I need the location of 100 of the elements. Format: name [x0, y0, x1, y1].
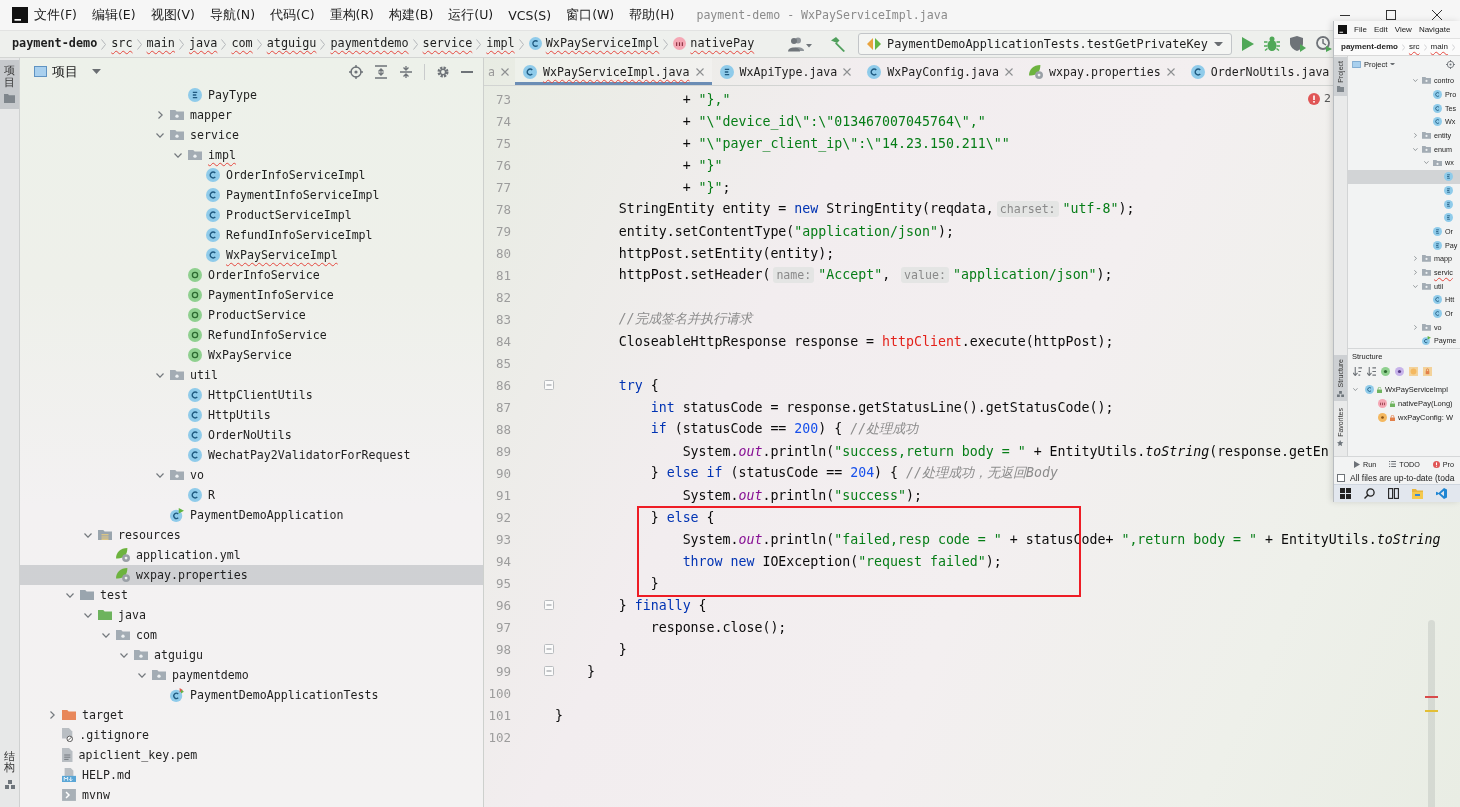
tree-item[interactable]: mvnw [62, 785, 110, 805]
chevron-right-icon[interactable] [1414, 324, 1417, 330]
tree-item[interactable]: vo [154, 465, 204, 485]
properties-icon[interactable] [1395, 367, 1404, 377]
tree-item[interactable]: PaymentDemoApplicationTests [170, 685, 379, 705]
menu-item[interactable]: 视图(V) [144, 2, 201, 28]
tree-item[interactable]: .gitignore [62, 725, 149, 745]
breadcrumb-item[interactable]: atguigu [266, 34, 317, 54]
chevron-down-icon[interactable] [1413, 284, 1418, 288]
editor-tab[interactable]: WxPayServiceImpl.java [515, 58, 712, 85]
profiler-icon[interactable] [1315, 36, 1332, 52]
non-public-toggle-icon[interactable] [1423, 367, 1432, 377]
tree-item[interactable] [1444, 210, 1453, 225]
breadcrumb-item[interactable]: src [1408, 41, 1420, 56]
chevron-right-icon[interactable] [1414, 256, 1417, 262]
breadcrumb-item[interactable]: impl [486, 34, 515, 54]
tree-item[interactable]: impl [172, 145, 236, 165]
settings-icon[interactable] [436, 64, 450, 79]
tree-item[interactable]: OrderInfoServiceImpl [206, 165, 366, 185]
chevron-down-icon[interactable] [138, 672, 146, 678]
tree-item[interactable]: OrderNoUtils [188, 425, 292, 445]
start-button-icon[interactable] [1340, 488, 1351, 499]
editor-tab[interactable]: WxPayConfig.java [859, 58, 1021, 85]
chevron-right-icon[interactable] [1414, 270, 1417, 275]
tree-item[interactable]: WxPayServiceImpl [206, 245, 338, 265]
locate-icon[interactable] [349, 64, 363, 79]
tree-item[interactable]: util [154, 365, 218, 385]
tree-item[interactable]: ProductService [188, 305, 306, 325]
chevron-down-icon[interactable] [1353, 388, 1358, 392]
menu-item[interactable]: 重构(R) [323, 2, 380, 28]
tree-item[interactable]: PaymentInfoService [188, 285, 334, 305]
tree-item[interactable]: wxpay.properties [20, 565, 483, 585]
tree-item[interactable]: PaymentDemoApplication [170, 505, 344, 525]
side-tab[interactable]: 结构 [0, 745, 19, 795]
breadcrumb-item[interactable]: service [422, 34, 473, 54]
problem-count[interactable]: 2 [1324, 92, 1331, 105]
fold-marker-icon[interactable] [544, 644, 554, 654]
breadcrumb-item[interactable]: main [146, 34, 175, 54]
view-dropdown[interactable]: 项目 [34, 62, 101, 81]
menu-item[interactable]: 构建(B) [382, 2, 440, 28]
app-logo-icon[interactable] [1338, 25, 1347, 34]
collapse-all-icon[interactable] [399, 64, 413, 79]
menu-item[interactable]: File [1354, 25, 1367, 34]
tree-item[interactable]: HttpClientUtils [188, 385, 313, 405]
breadcrumb-item[interactable]: paymentdemo [330, 34, 409, 54]
tree-item[interactable]: PaymentInfoServiceImpl [206, 185, 380, 205]
users-dropdown-icon[interactable] [788, 36, 812, 52]
tree-item[interactable]: RefundInfoService [188, 325, 327, 345]
chevron-down-icon[interactable] [156, 472, 164, 478]
sort-by-type-icon[interactable] [1367, 367, 1376, 377]
tree-item[interactable]: com [100, 625, 157, 645]
task-view-icon[interactable] [1388, 488, 1399, 499]
chevron-down-icon[interactable] [84, 612, 92, 618]
breadcrumb-item[interactable]: java [188, 34, 218, 54]
chevron-down-icon[interactable] [156, 372, 164, 378]
coverage-shield-icon[interactable] [1289, 36, 1306, 52]
chevron-down-icon[interactable] [84, 532, 92, 538]
sort-icon[interactable] [1353, 367, 1362, 377]
tree-item[interactable]: HttpUtils [188, 405, 271, 425]
chevron-down-icon[interactable] [1424, 161, 1429, 165]
scrollbar-thumb[interactable] [1428, 620, 1435, 807]
tree-item[interactable]: WechatPay2ValidatorForRequest [188, 445, 411, 465]
breadcrumb-item[interactable]: main [1430, 41, 1448, 56]
expand-all-icon[interactable] [374, 64, 388, 79]
menu-item[interactable]: Navigate [1418, 25, 1451, 34]
chevron-right-icon[interactable] [49, 711, 55, 719]
tree-item[interactable]: HELP.md [62, 765, 131, 785]
tree-item[interactable]: test [64, 585, 128, 605]
fold-marker-icon[interactable] [544, 380, 554, 390]
tree-item[interactable]: paymentdemo [136, 665, 249, 685]
tree-item[interactable]: java [82, 605, 146, 625]
chevron-down-icon[interactable] [1413, 147, 1418, 151]
search-icon[interactable] [1364, 488, 1375, 499]
tree-item[interactable] [1444, 197, 1453, 211]
tree-item[interactable] [1444, 183, 1453, 198]
play-icon[interactable] [1241, 37, 1254, 51]
chevron-right-icon[interactable] [1414, 133, 1417, 138]
menu-item[interactable]: View [1394, 25, 1412, 34]
tree-item[interactable]: PayType [188, 85, 257, 105]
menu-item[interactable]: VCS(S) [502, 2, 558, 28]
app-logo-icon[interactable] [12, 7, 28, 23]
chevron-right-icon[interactable] [157, 111, 163, 119]
tree-item[interactable]: resources [82, 525, 181, 545]
menu-item[interactable]: 帮助(H) [623, 2, 681, 28]
minimize-icon[interactable] [1340, 14, 1350, 16]
breadcrumb-item[interactable]: com [231, 34, 253, 54]
chevron-down-icon[interactable] [102, 632, 110, 638]
tree-item[interactable]: WxPayService [188, 345, 292, 365]
breadcrumb-item[interactable]: nativePay [673, 34, 755, 54]
menu-item[interactable]: 窗口(W) [560, 2, 621, 28]
locate-icon[interactable] [1446, 59, 1455, 69]
close-icon[interactable] [1432, 10, 1442, 20]
chevron-down-icon[interactable] [1413, 79, 1418, 83]
menu-item[interactable]: 代码(C) [264, 2, 321, 28]
side-tab[interactable]: 项目 [0, 60, 19, 110]
caret-icon[interactable] [92, 69, 101, 74]
inherited-members-icon[interactable] [1381, 367, 1390, 377]
editor-tab[interactable]: WxApiType.java [711, 58, 860, 85]
tree-item[interactable]: apiclient_key.pem [62, 745, 198, 765]
hide-panel-icon[interactable] [461, 70, 473, 73]
